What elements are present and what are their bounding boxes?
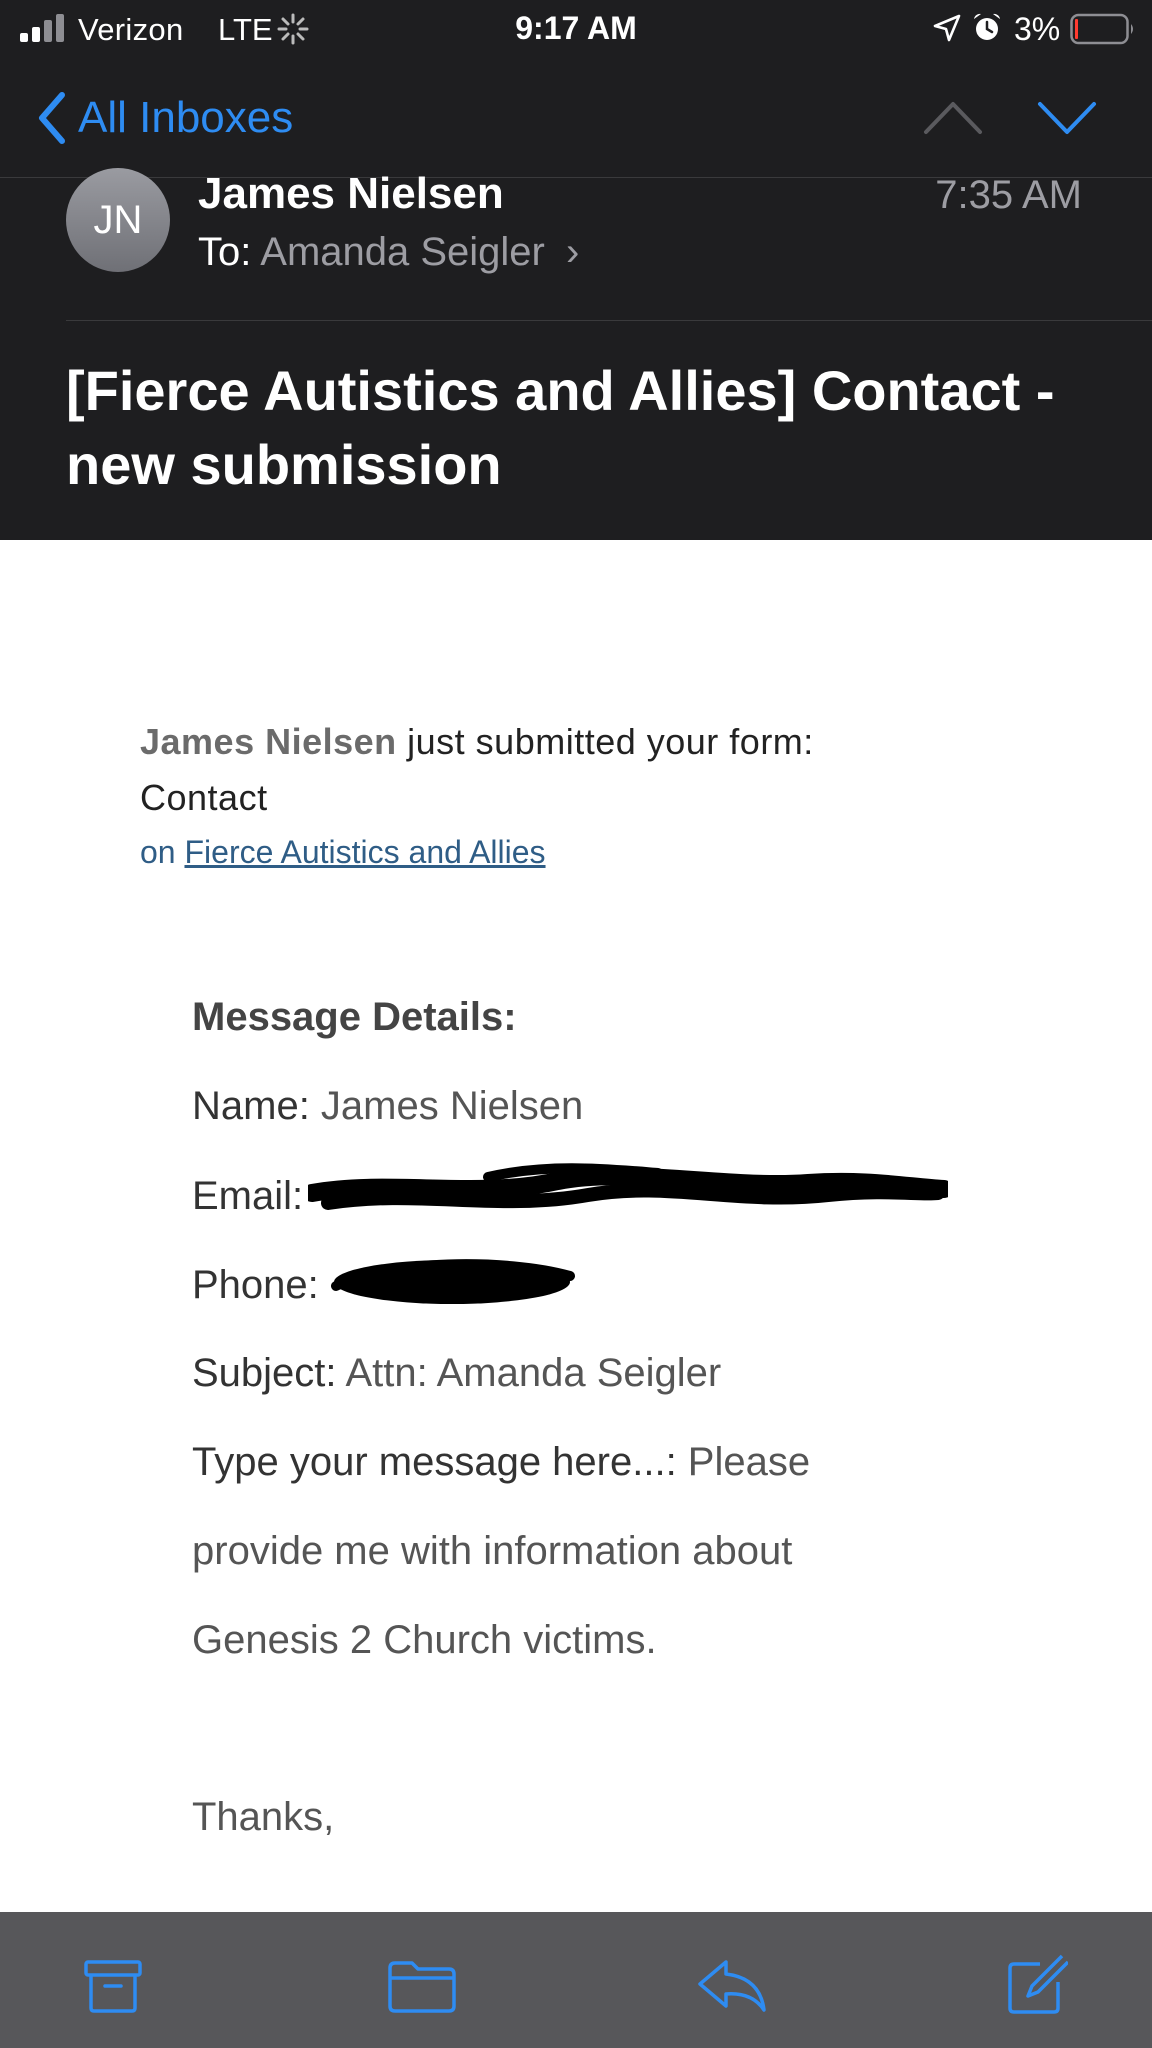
message-text-line-2: provide me with information about xyxy=(192,1529,793,1573)
site-line: on Fierce Autistics and Allies xyxy=(140,834,546,871)
mail-subject: [Fierce Autistics and Allies] Contact - … xyxy=(66,359,1055,496)
email-row: Email: xyxy=(192,1163,1092,1262)
alarm-icon xyxy=(974,13,1000,40)
subject-row: Subject: Attn: Amanda Seigler xyxy=(192,1351,1092,1440)
battery-icon xyxy=(1070,13,1133,45)
subject-value: Attn: Amanda Seigler xyxy=(336,1351,722,1395)
bottom-toolbar xyxy=(0,1912,1152,2048)
back-chevron-icon xyxy=(39,92,65,144)
navigation-bar: All Inboxes xyxy=(0,58,1152,178)
recipient-name: Amanda Seigler xyxy=(260,230,545,274)
sender-name[interactable]: James Nielsen xyxy=(198,169,504,219)
subject-label: Subject: xyxy=(192,1351,337,1395)
header-divider xyxy=(66,320,1152,321)
mail-header: JN James Nielsen To: Amanda Seigler › 7:… xyxy=(0,168,1152,540)
details-heading: Message Details: xyxy=(192,995,517,1039)
avatar: JN xyxy=(66,168,170,272)
received-time: 7:35 AM xyxy=(935,173,1082,217)
message-text-line-1: Please xyxy=(676,1440,811,1484)
next-message-icon[interactable] xyxy=(1036,94,1098,142)
phone-link-redacted[interactable] xyxy=(330,1259,578,1306)
back-to-all-inboxes-button[interactable]: All Inboxes xyxy=(34,88,293,148)
back-label: All Inboxes xyxy=(78,93,294,142)
previous-message-icon[interactable] xyxy=(922,94,984,142)
name-label: Name: xyxy=(192,1084,310,1128)
recipient-row[interactable]: To: Amanda Seigler › xyxy=(198,230,579,275)
name-value: James Nielsen xyxy=(309,1084,584,1128)
email-label: Email: xyxy=(192,1174,304,1218)
redaction-scribble xyxy=(308,1163,949,1210)
chevron-right-icon: › xyxy=(566,230,580,274)
message-signoff: Thanks, xyxy=(192,1795,335,1839)
intro-sender-name: James Nielsen xyxy=(140,721,397,762)
location-icon xyxy=(933,14,961,42)
compose-icon[interactable] xyxy=(1006,1954,1068,2016)
avatar-initials: JN xyxy=(93,197,143,242)
folder-icon[interactable] xyxy=(386,1954,458,2016)
mail-body: James Nielsen just submitted your form: … xyxy=(0,540,1152,1912)
message-row: Type your message here...: Please xyxy=(192,1440,1092,1529)
reply-icon[interactable] xyxy=(696,1954,768,2016)
archive-icon[interactable] xyxy=(82,1954,144,2016)
on-prefix: on xyxy=(140,834,185,870)
phone-row: Phone: xyxy=(192,1259,1092,1351)
email-link-redacted[interactable] xyxy=(308,1163,949,1217)
site-link[interactable]: Fierce Autistics and Allies xyxy=(184,834,545,870)
message-details: Message Details: Name: James Nielsen Ema… xyxy=(192,995,1092,1840)
redaction-scribble xyxy=(330,1259,575,1304)
phone-label: Phone: xyxy=(192,1263,319,1307)
status-bar: Verizon LTE 9:17 AM 3% xyxy=(0,0,1152,58)
submission-intro: James Nielsen just submitted your form: … xyxy=(140,714,940,826)
to-label: To: xyxy=(198,230,252,274)
message-label: Type your message here...: xyxy=(192,1440,677,1484)
message-text-line-3: Genesis 2 Church victims. xyxy=(192,1618,657,1662)
battery-percentage: 3% xyxy=(1014,11,1061,47)
